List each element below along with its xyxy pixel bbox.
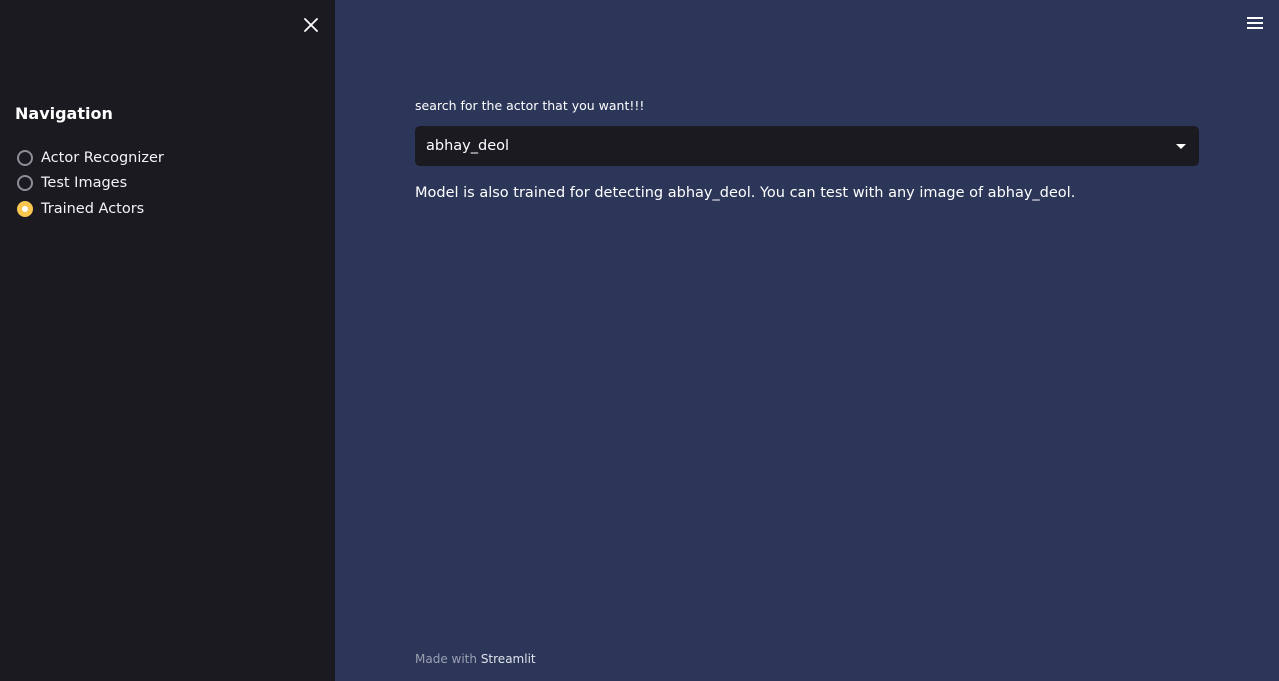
actor-select-label: search for the actor that you want!!! [415,98,645,113]
radio-circle-icon [17,149,33,166]
actor-select-dropdown[interactable]: abhay_deol [415,126,1199,166]
close-icon [304,18,318,32]
sidebar-close-button[interactable] [300,14,322,36]
streamlit-link[interactable]: Streamlit [481,652,536,666]
radio-option-test-images[interactable]: Test Images [15,171,164,197]
chevron-down-icon [1176,143,1186,149]
radio-option-label: Trained Actors [41,200,145,217]
app-root: Navigation Actor Recognizer Test Images … [0,0,1279,681]
actor-select-value: abhay_deol [426,138,510,154]
model-info-text: Model is also trained for detecting abha… [415,185,1076,201]
sidebar-title: Navigation [15,104,113,123]
radio-circle-icon [17,175,33,192]
navigation-radio-group: Actor Recognizer Test Images Trained Act… [15,145,164,222]
radio-option-label: Test Images [41,175,128,192]
main-menu-button[interactable] [1245,14,1265,32]
radio-selected-icon [17,200,33,217]
footer-prefix: Made with [415,652,477,666]
hamburger-menu-icon [1247,17,1263,29]
footer: Made with Streamlit [415,652,536,666]
sidebar: Navigation Actor Recognizer Test Images … [0,0,335,681]
radio-option-actor-recognizer[interactable]: Actor Recognizer [15,145,164,171]
radio-option-label: Actor Recognizer [41,149,164,166]
radio-option-trained-actors[interactable]: Trained Actors [15,196,164,222]
